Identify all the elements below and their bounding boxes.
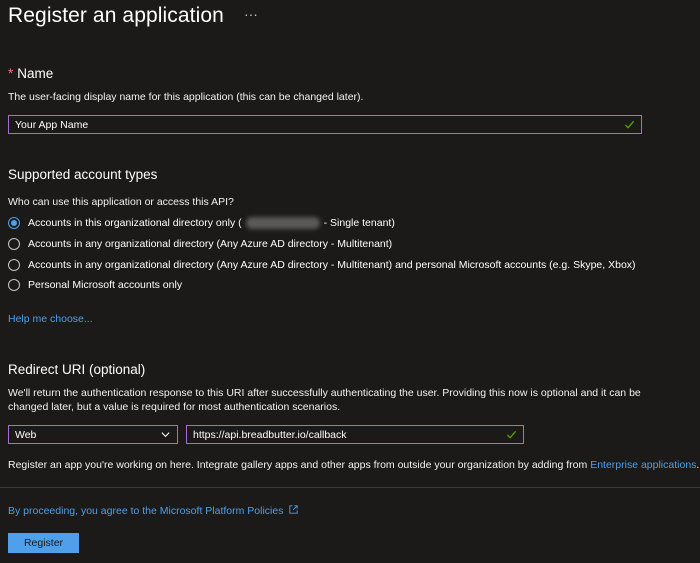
account-option-multitenant[interactable]: Accounts in any organizational directory…: [8, 238, 392, 250]
account-types-question: Who can use this application or access t…: [8, 196, 234, 208]
platform-select-value: Web: [15, 428, 37, 441]
redirect-uri-input[interactable]: https://api.breadbutter.io/callback: [186, 425, 524, 444]
radio-button[interactable]: [8, 238, 20, 250]
more-options-icon[interactable]: ···: [244, 7, 258, 21]
help-me-choose-link[interactable]: Help me choose...: [8, 312, 93, 327]
enterprise-applications-link[interactable]: Enterprise applications: [590, 459, 696, 471]
name-description: The user-facing display name for this ap…: [8, 91, 364, 103]
redirect-uri-title: Redirect URI (optional): [8, 362, 146, 377]
account-types-title: Supported account types: [8, 167, 158, 182]
option-label-before: Accounts in this organizational director…: [28, 217, 242, 229]
gallery-note-end: .: [696, 459, 700, 471]
valid-check-icon: [624, 120, 635, 129]
option-label-after: - Single tenant): [323, 217, 395, 229]
external-link-icon: [289, 505, 299, 514]
app-name-input[interactable]: Your App Name: [8, 115, 642, 134]
radio-button[interactable]: [8, 279, 20, 291]
account-option-single-tenant[interactable]: Accounts in this organizational director…: [8, 217, 395, 229]
register-app-page: Register an application ··· * Name The us…: [0, 0, 700, 563]
name-label: Name: [17, 66, 54, 81]
option-label: Accounts in any organizational directory…: [28, 259, 636, 271]
option-label: Personal Microsoft accounts only: [28, 279, 183, 291]
radio-button[interactable]: [8, 259, 20, 271]
radio-button-selected[interactable]: [8, 217, 20, 229]
chevron-down-icon: [161, 432, 170, 438]
redirect-description-line1: We'll return the authentication response…: [8, 387, 641, 399]
register-button[interactable]: Register: [8, 533, 79, 553]
footer-divider: [0, 487, 700, 488]
gallery-note-text: Register an app you're working on here. …: [8, 459, 591, 471]
account-option-multitenant-personal[interactable]: Accounts in any organizational directory…: [8, 259, 636, 271]
gallery-note: Register an app you're working on here. …: [8, 458, 699, 473]
policy-row: By proceeding, you agree to the Microsof…: [8, 504, 299, 519]
redirect-description-line2: changed later, but a value is required f…: [8, 401, 341, 413]
app-name-value: Your App Name: [15, 118, 89, 131]
page-header: Register an application ···: [8, 4, 258, 28]
name-section-title: * Name: [8, 66, 53, 81]
account-option-personal-only[interactable]: Personal Microsoft accounts only: [8, 279, 182, 291]
redacted-directory-name: [245, 217, 320, 229]
option-label: Accounts in any organizational directory…: [28, 238, 393, 250]
valid-check-icon: [506, 430, 517, 439]
page-title: Register an application: [8, 4, 224, 27]
platform-policies-link[interactable]: By proceeding, you agree to the Microsof…: [8, 505, 283, 517]
platform-select[interactable]: Web: [8, 425, 178, 444]
required-marker: *: [8, 66, 14, 81]
redirect-uri-value: https://api.breadbutter.io/callback: [193, 428, 347, 441]
